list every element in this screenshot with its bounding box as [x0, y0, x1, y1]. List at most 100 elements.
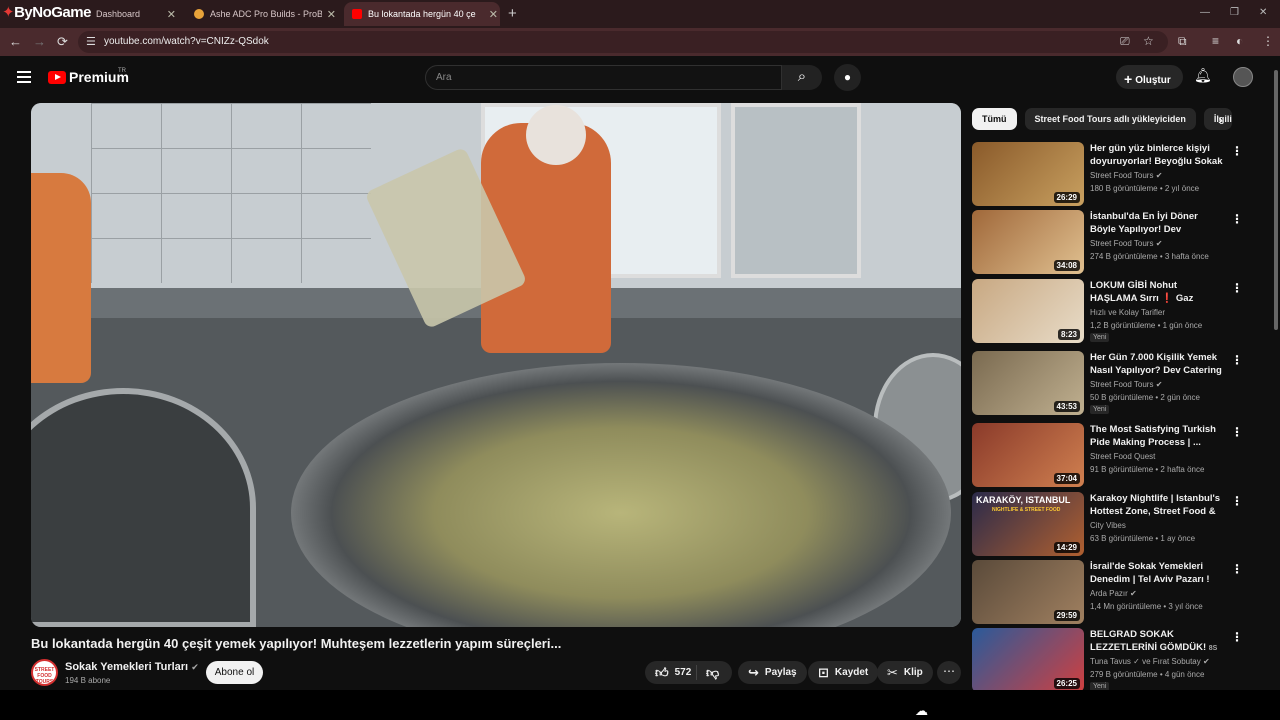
recommendation-title[interactable]: İstanbul'da En İyi Döner Böyle Yapılıyor… — [1090, 210, 1225, 236]
recommendation-title[interactable]: BELGRAD SOKAK LEZZETLERİNİ GÖMDÜK! 8S — [1090, 628, 1225, 654]
video-thumbnail[interactable]: 37:04 — [972, 423, 1084, 487]
cast-icon[interactable]: ⎚ — [1120, 34, 1130, 49]
more-options-icon[interactable]: ⋮ — [1231, 425, 1243, 439]
more-options-icon[interactable]: ⋮ — [1231, 353, 1243, 367]
back-icon[interactable]: ← — [9, 34, 22, 49]
recommendation-title[interactable]: Karakoy Nightlife | Istanbul's Hottest Z… — [1090, 492, 1225, 518]
tab-probuilds[interactable]: Ashe ADC Pro Builds - ProBuild: ✕ — [188, 2, 338, 26]
tab-dashboard[interactable]: Dashboard ✕ — [60, 2, 178, 26]
related-chips: Tümü Street Food Tours adlı yükleyiciden… — [972, 108, 1240, 130]
more-options-icon[interactable]: ⋮ — [1231, 494, 1243, 508]
recommendation-channel[interactable]: Street Food Tours ✔ — [1090, 239, 1162, 248]
new-tab-icon[interactable]: + — [508, 5, 517, 22]
recommendation-title-text: LOKUM GİBİ Nohut HAŞLAMA Sırrı ❗ Gaz Yap… — [1090, 280, 1194, 304]
recommendation-title-text: BELGRAD SOKAK LEZZETLERİNİ GÖMDÜK! — [1090, 629, 1207, 653]
video-thumbnail[interactable]: 26:29 — [972, 142, 1084, 206]
channel-text: Tuna Tavus ✓ ve Fırat Sobutay — [1090, 657, 1201, 666]
share-button[interactable]: ↪ Paylaş — [738, 661, 807, 684]
recommendation-item[interactable]: 29:59 İsrail'de Sokak Yemekleri Denedim |… — [972, 560, 1252, 624]
site-info-icon[interactable]: ☰ — [86, 35, 96, 48]
close-icon[interactable]: ✕ — [327, 8, 336, 21]
recommendation-item[interactable]: KARAKÖY, ISTANBUL NIGHTLIFE & STREET FOOD… — [972, 492, 1252, 556]
extensions-icon[interactable]: ⧉ — [1178, 34, 1187, 49]
close-icon[interactable]: ✕ — [167, 8, 176, 21]
save-button[interactable]: ⊡ Kaydet — [808, 661, 879, 684]
browser-tabbar: ✦ByNoGame Dashboard ✕ Ashe ADC Pro Build… — [0, 0, 1280, 28]
recommendation-title[interactable]: Her gün yüz binlerce kişiyi doyuruyorlar… — [1090, 142, 1225, 168]
search-input[interactable]: Ara — [425, 65, 782, 90]
more-options-icon[interactable]: ⋮ — [1231, 630, 1243, 644]
recommendation-channel[interactable]: Street Food Tours ✔ — [1090, 380, 1162, 389]
dislike-button[interactable]: 👎︎ — [697, 665, 719, 681]
chip-all[interactable]: Tümü — [972, 108, 1017, 130]
more-options-icon[interactable]: ⋮ — [1231, 144, 1243, 158]
recommendation-item[interactable]: 26:25 BELGRAD SOKAK LEZZETLERİNİ GÖMDÜK! … — [972, 628, 1252, 692]
close-icon[interactable]: ✕ — [489, 8, 498, 21]
recommendation-item[interactable]: 43:53 Her Gün 7.000 Kişilik Yemek Nasıl Y… — [972, 351, 1252, 415]
video-thumbnail[interactable]: 29:59 — [972, 560, 1084, 624]
minimize-icon[interactable]: — — [1200, 7, 1210, 18]
hamburger-menu-icon[interactable] — [17, 71, 31, 83]
video-frame-tiles — [91, 103, 371, 283]
more-options-icon[interactable]: ⋮ — [1231, 281, 1243, 295]
recommendation-channel[interactable]: Street Food Quest — [1090, 452, 1155, 461]
recommendation-item[interactable]: 34:08 İstanbul'da En İyi Döner Böyle Yapı… — [972, 210, 1252, 274]
video-thumbnail[interactable]: 34:08 — [972, 210, 1084, 274]
recommendation-meta: 279 B görüntüleme • 4 gün önce — [1090, 670, 1205, 679]
more-actions-button[interactable]: ⋯ — [937, 661, 961, 684]
address-bar[interactable]: ☰ youtube.com/watch?v=CNIZz-QSdok — [78, 31, 1168, 53]
profile-icon[interactable]: ◐ — [1236, 34, 1243, 48]
channel-text: Arda Pazır — [1090, 589, 1128, 598]
scrollbar[interactable] — [1272, 60, 1280, 690]
voice-search-mic-icon[interactable]: ● — [834, 64, 861, 91]
close-window-icon[interactable]: ✕ — [1259, 7, 1267, 18]
more-options-icon[interactable]: ⋮ — [1231, 562, 1243, 576]
recommendation-title[interactable]: LOKUM GİBİ Nohut HAŞLAMA Sırrı ❗ Gaz Yap… — [1090, 279, 1225, 305]
recommendation-channel[interactable]: Hızlı ve Kolay Tarifler — [1090, 308, 1165, 317]
youtube-logo[interactable]: Premium — [48, 69, 129, 85]
reload-icon[interactable]: ⟳ — [57, 34, 68, 50]
maximize-icon[interactable]: ❐ — [1230, 7, 1239, 18]
subscribe-button[interactable]: Abone ol — [206, 661, 263, 684]
chevron-right-icon[interactable]: › — [1218, 111, 1223, 127]
like-button[interactable]: 👍︎ 572 — [645, 665, 697, 680]
youtube-header: Premium TR Ara ⌕ ● + Oluştur 🔔︎ — [0, 56, 1280, 100]
tab-youtube[interactable]: Bu lokantada hergün 40 çe ✕ — [344, 2, 500, 26]
create-button[interactable]: + Oluştur — [1116, 65, 1183, 89]
video-thumbnail[interactable]: 8:23 — [972, 279, 1084, 343]
recommendation-title[interactable]: İsrail'de Sokak Yemekleri Denedim | Tel … — [1090, 560, 1225, 586]
scrollbar-thumb[interactable] — [1274, 70, 1278, 330]
account-avatar[interactable] — [1233, 67, 1253, 87]
chip-from-uploader[interactable]: Street Food Tours adlı yükleyiciden — [1024, 108, 1196, 130]
recommendation-channel[interactable]: City Vibes — [1090, 521, 1126, 530]
youtube-favicon-icon — [352, 9, 362, 19]
recommendation-item[interactable]: 26:29 Her gün yüz binlerce kişiyi doyuruy… — [972, 142, 1252, 206]
recommendation-item[interactable]: 37:04 The Most Satisfying Turkish Pide Ma… — [972, 423, 1252, 487]
duration-badge: 26:29 — [1053, 192, 1080, 203]
channel-avatar[interactable]: STREET FOOD TOURS — [31, 659, 58, 686]
recommendation-channel[interactable]: Street Food Tours ✔ — [1090, 171, 1162, 180]
recommendation-item[interactable]: 8:23 LOKUM GİBİ Nohut HAŞLAMA Sırrı ❗ Gaz… — [972, 279, 1252, 343]
channel-name[interactable]: Sokak Yemekleri Turları ✔ — [65, 661, 199, 673]
notifications-bell-icon[interactable]: 🔔︎ — [1194, 67, 1212, 84]
duration-badge: 26:25 — [1053, 678, 1080, 689]
clip-button[interactable]: ✂ Klip — [877, 661, 933, 684]
recommendation-channel[interactable]: Arda Pazır ✔ — [1090, 589, 1137, 598]
favicon-icon — [194, 9, 204, 19]
duration-badge: 43:53 — [1053, 401, 1080, 412]
browser-menu-icon[interactable]: ⋮ — [1262, 34, 1274, 48]
search-button[interactable]: ⌕ — [782, 65, 822, 90]
bookmark-star-icon[interactable]: ☆ — [1143, 34, 1154, 48]
video-thumbnail[interactable]: 43:53 — [972, 351, 1084, 415]
video-player[interactable] — [31, 103, 961, 627]
recommendation-title[interactable]: Her Gün 7.000 Kişilik Yemek Nasıl Yapılı… — [1090, 351, 1225, 377]
verified-icon: ✔ — [1130, 589, 1137, 598]
video-thumbnail[interactable]: KARAKÖY, ISTANBUL NIGHTLIFE & STREET FOOD… — [972, 492, 1084, 556]
forward-icon[interactable]: → — [33, 34, 46, 49]
more-options-icon[interactable]: ⋮ — [1231, 212, 1243, 226]
recommendation-title[interactable]: The Most Satisfying Turkish Pide Making … — [1090, 423, 1225, 449]
video-thumbnail[interactable]: 26:25 — [972, 628, 1084, 692]
plus-icon: + — [1124, 71, 1133, 87]
reading-list-icon[interactable]: ≡ — [1212, 34, 1219, 48]
recommendation-channel[interactable]: Tuna Tavus ✓ ve Fırat Sobutay ✔ — [1090, 657, 1210, 666]
